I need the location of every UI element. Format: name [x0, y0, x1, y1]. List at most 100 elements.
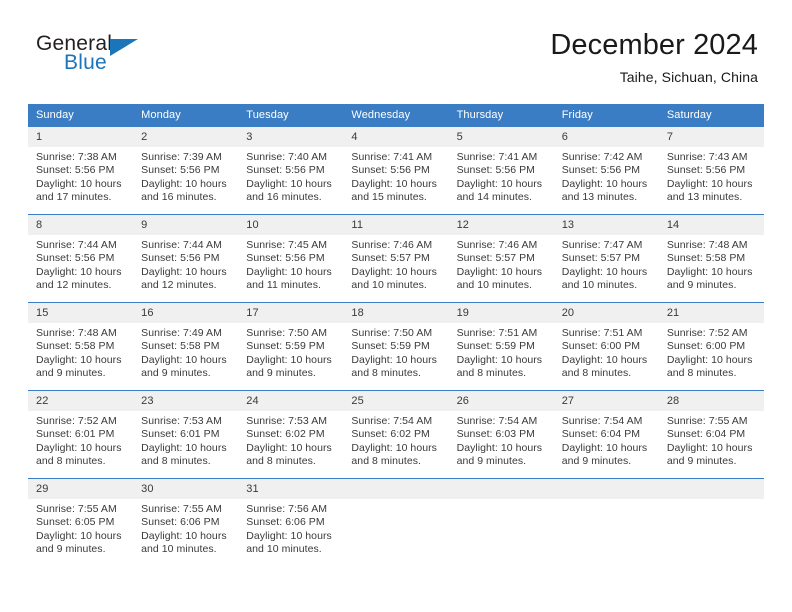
triangle-icon — [110, 39, 138, 56]
calendar-day-cell[interactable]: 11 Sunrise: 7:46 AM Sunset: 5:57 PM Dayligh… — [343, 214, 449, 303]
sunset-time: Sunset: 6:04 PM — [561, 428, 641, 441]
calendar-day-cell[interactable]: 28 Sunrise: 7:55 AM Sunset: 6:04 PM Dayligh… — [658, 390, 764, 479]
calendar-day-cell[interactable]: 3 Sunrise: 7:40 AM Sunset: 5:56 PM Daylight… — [238, 126, 344, 215]
day-details: Sunrise: 7:55 AM Sunset: 6:06 PM Daylight:… — [133, 499, 238, 557]
day-number: 8 — [28, 215, 134, 235]
sunrise-time: Sunrise: 7:55 AM — [36, 503, 117, 515]
weekday-header-wednesday: Wednesday — [343, 104, 449, 127]
general-blue-logo[interactable]: General Blue — [36, 32, 186, 88]
calendar-day-cell[interactable]: 27 Sunrise: 7:54 AM Sunset: 6:04 PM Dayligh… — [553, 390, 659, 479]
day-details: Sunrise: 7:51 AM Sunset: 5:59 PM Daylight:… — [449, 323, 554, 381]
calendar-day-cell[interactable]: 2 Sunrise: 7:39 AM Sunset: 5:56 PM Daylight… — [133, 126, 239, 215]
calendar-day-cell[interactable]: 14 Sunrise: 7:48 AM Sunset: 5:58 PM Dayligh… — [658, 214, 764, 303]
daylight-duration-line2: and 11 minutes. — [246, 279, 321, 292]
day-number: 16 — [133, 303, 239, 323]
calendar-page: General Blue December 2024 Taihe, Sichua… — [0, 0, 792, 612]
calendar-day-cell[interactable]: 15 Sunrise: 7:48 AM Sunset: 5:58 PM Dayligh… — [28, 302, 134, 391]
calendar-week-row: 8 Sunrise: 7:44 AM Sunset: 5:56 PM Daylight… — [28, 214, 764, 303]
daylight-duration-line1: Daylight: 10 hours — [246, 353, 332, 366]
calendar-day-cell[interactable]: 13 Sunrise: 7:47 AM Sunset: 5:57 PM Dayligh… — [553, 214, 659, 303]
calendar-day-cell[interactable]: 1 Sunrise: 7:38 AM Sunset: 5:56 PM Daylight… — [28, 126, 134, 215]
day-details: Sunrise: 7:53 AM Sunset: 6:01 PM Daylight:… — [133, 411, 238, 469]
sunset-time: Sunset: 5:59 PM — [246, 340, 325, 353]
day-details: Sunrise: 7:54 AM Sunset: 6:02 PM Daylight:… — [343, 411, 448, 469]
calendar-day-cell[interactable]: 26 Sunrise: 7:54 AM Sunset: 6:03 PM Dayligh… — [448, 390, 554, 479]
sunrise-time: Sunrise: 7:54 AM — [351, 415, 433, 427]
calendar-day-cell[interactable]: 29 Sunrise: 7:55 AM Sunset: 6:05 PM Dayligh… — [28, 478, 134, 563]
calendar-day-cell[interactable]: 8 Sunrise: 7:44 AM Sunset: 5:56 PM Daylight… — [28, 214, 134, 303]
day-number: 13 — [553, 215, 659, 235]
sunset-time: Sunset: 5:56 PM — [246, 252, 325, 265]
daylight-duration-line1: Daylight: 10 hours — [456, 177, 543, 190]
day-number — [658, 479, 764, 499]
sunrise-time: Sunrise: 7:50 AM — [246, 327, 328, 339]
day-number: 5 — [448, 127, 554, 147]
day-number: 22 — [28, 391, 134, 411]
calendar-day-cell[interactable]: 9 Sunrise: 7:44 AM Sunset: 5:56 PM Daylight… — [133, 214, 239, 303]
sunrise-time: Sunrise: 7:39 AM — [141, 151, 222, 163]
calendar-day-cell[interactable]: 6 Sunrise: 7:42 AM Sunset: 5:56 PM Daylight… — [553, 126, 659, 215]
calendar-week-row: 22 Sunrise: 7:52 AM Sunset: 6:01 PM Dayligh… — [28, 390, 764, 479]
daylight-duration-line2: and 8 minutes. — [351, 367, 421, 380]
day-details: Sunrise: 7:48 AM Sunset: 5:58 PM Daylight:… — [28, 323, 133, 381]
calendar-header-row: Sunday Monday Tuesday Wednesday Thursday… — [28, 104, 764, 127]
calendar-day-cell[interactable]: 4 Sunrise: 7:41 AM Sunset: 5:56 PM Daylight… — [343, 126, 449, 215]
calendar-day-cell[interactable]: 12 Sunrise: 7:46 AM Sunset: 5:57 PM Dayligh… — [448, 214, 554, 303]
calendar-day-cell[interactable]: 7 Sunrise: 7:43 AM Sunset: 5:56 PM Daylight… — [658, 126, 764, 215]
daylight-duration-line2: and 10 minutes. — [141, 543, 217, 556]
daylight-duration-line1: Daylight: 10 hours — [561, 441, 648, 454]
day-details: Sunrise: 7:51 AM Sunset: 6:00 PM Daylight:… — [554, 323, 659, 381]
calendar-day-cell[interactable]: 25 Sunrise: 7:54 AM Sunset: 6:02 PM Dayligh… — [343, 390, 449, 479]
day-number: 27 — [553, 391, 659, 411]
sunrise-time: Sunrise: 7:46 AM — [351, 239, 433, 251]
day-number: 9 — [133, 215, 239, 235]
calendar-day-cell[interactable]: 21 Sunrise: 7:52 AM Sunset: 6:00 PM Dayligh… — [658, 302, 764, 391]
day-number: 2 — [133, 127, 239, 147]
calendar-day-cell[interactable]: 10 Sunrise: 7:45 AM Sunset: 5:56 PM Dayligh… — [238, 214, 344, 303]
sunrise-time: Sunrise: 7:54 AM — [456, 415, 538, 427]
calendar-day-cell[interactable]: 23 Sunrise: 7:53 AM Sunset: 6:01 PM Dayligh… — [133, 390, 239, 479]
day-number — [448, 479, 554, 499]
daylight-duration-line1: Daylight: 10 hours — [36, 177, 122, 190]
calendar-day-cell[interactable]: 30 Sunrise: 7:55 AM Sunset: 6:06 PM Dayligh… — [133, 478, 239, 563]
calendar-day-cell[interactable]: 18 Sunrise: 7:50 AM Sunset: 5:59 PM Dayligh… — [343, 302, 449, 391]
sunrise-time: Sunrise: 7:41 AM — [351, 151, 433, 163]
daylight-duration-line1: Daylight: 10 hours — [666, 265, 753, 278]
sunset-time: Sunset: 5:57 PM — [456, 252, 535, 265]
calendar-week-row: 29 Sunrise: 7:55 AM Sunset: 6:05 PM Dayligh… — [28, 478, 764, 563]
sunrise-time: Sunrise: 7:40 AM — [246, 151, 328, 163]
sunset-time: Sunset: 5:56 PM — [141, 164, 220, 177]
sunset-time: Sunset: 5:56 PM — [351, 164, 430, 177]
calendar-day-cell[interactable]: 22 Sunrise: 7:52 AM Sunset: 6:01 PM Dayligh… — [28, 390, 134, 479]
calendar-day-cell[interactable]: 17 Sunrise: 7:50 AM Sunset: 5:59 PM Dayligh… — [238, 302, 344, 391]
day-number: 31 — [238, 479, 344, 499]
calendar-day-cell[interactable]: 24 Sunrise: 7:53 AM Sunset: 6:02 PM Dayligh… — [238, 390, 344, 479]
weekday-header-monday: Monday — [133, 104, 239, 127]
daylight-duration-line1: Daylight: 10 hours — [141, 441, 227, 454]
calendar-day-cell[interactable]: 16 Sunrise: 7:49 AM Sunset: 5:58 PM Dayligh… — [133, 302, 239, 391]
day-number: 6 — [553, 127, 659, 147]
day-number: 12 — [448, 215, 554, 235]
page-subtitle: Taihe, Sichuan, China — [619, 69, 758, 85]
calendar-day-cell[interactable]: 31 Sunrise: 7:56 AM Sunset: 6:06 PM Dayligh… — [238, 478, 344, 563]
daylight-duration-line2: and 9 minutes. — [246, 367, 316, 380]
sunrise-time: Sunrise: 7:47 AM — [561, 239, 643, 251]
day-details: Sunrise: 7:56 AM Sunset: 6:06 PM Daylight:… — [238, 499, 343, 557]
calendar-day-cell[interactable]: 5 Sunrise: 7:41 AM Sunset: 5:56 PM Daylight… — [448, 126, 554, 215]
title-block: December 2024 Taihe, Sichuan, China — [550, 26, 758, 87]
sunrise-time: Sunrise: 7:42 AM — [561, 151, 643, 163]
daylight-duration-line2: and 15 minutes. — [351, 191, 427, 204]
day-details: Sunrise: 7:41 AM Sunset: 5:56 PM Daylight:… — [449, 147, 554, 205]
sunset-time: Sunset: 6:05 PM — [36, 516, 115, 529]
sunset-time: Sunset: 5:56 PM — [36, 164, 115, 177]
day-details: Sunrise: 7:46 AM Sunset: 5:57 PM Daylight:… — [449, 235, 554, 293]
sunrise-time: Sunrise: 7:52 AM — [666, 327, 748, 339]
day-number: 30 — [133, 479, 239, 499]
sunset-time: Sunset: 6:02 PM — [246, 428, 325, 441]
daylight-duration-line1: Daylight: 10 hours — [561, 353, 648, 366]
sunrise-sunset-calendar: Sunday Monday Tuesday Wednesday Thursday… — [28, 104, 764, 563]
calendar-day-cell[interactable]: 19 Sunrise: 7:51 AM Sunset: 5:59 PM Dayligh… — [448, 302, 554, 391]
daylight-duration-line1: Daylight: 10 hours — [246, 441, 332, 454]
day-number: 14 — [658, 215, 764, 235]
calendar-day-cell[interactable]: 20 Sunrise: 7:51 AM Sunset: 6:00 PM Dayligh… — [553, 302, 659, 391]
